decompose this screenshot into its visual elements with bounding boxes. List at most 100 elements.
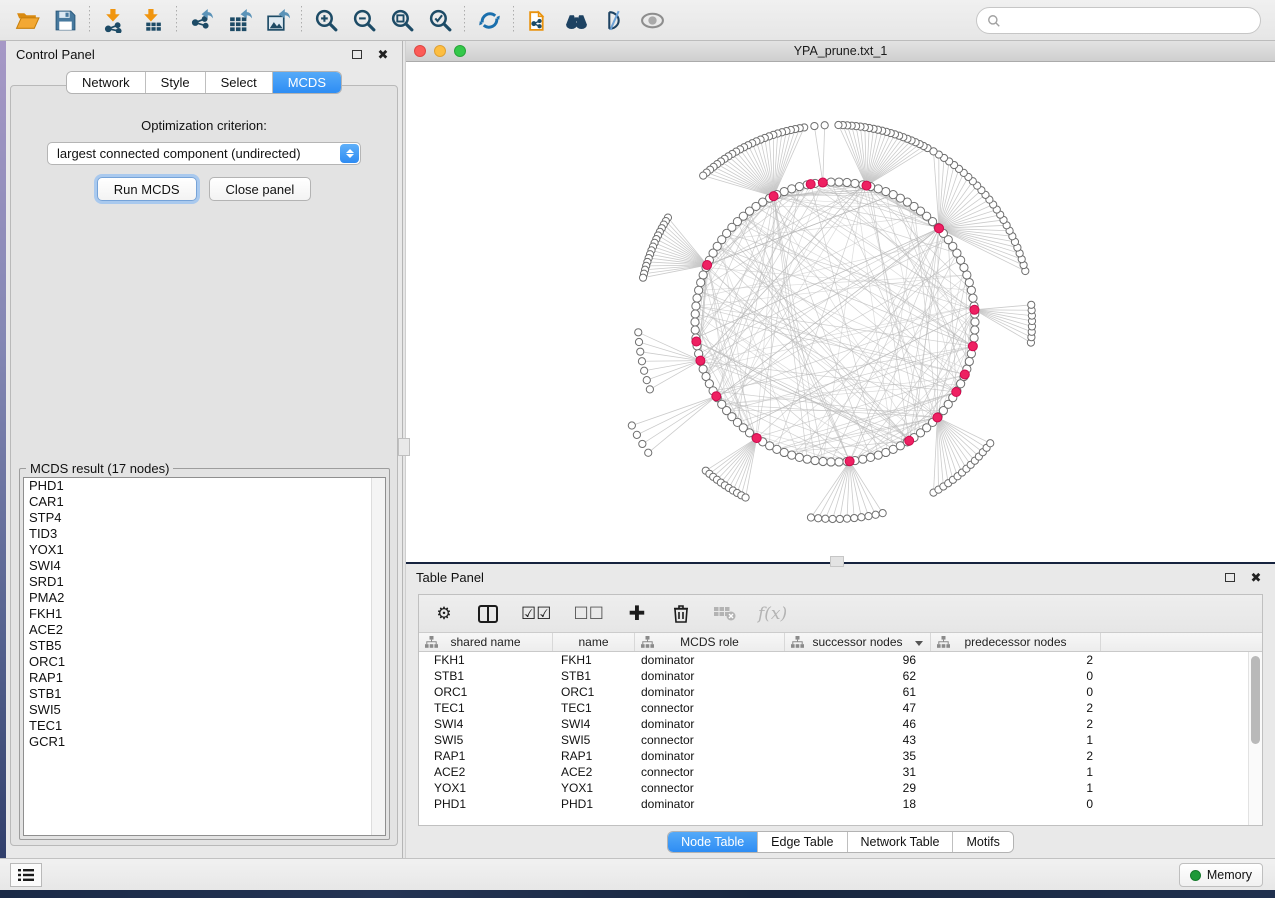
network-node[interactable] [638, 358, 645, 365]
table-row[interactable]: ACE2ACE2connector311 [419, 764, 1262, 780]
network-node[interactable] [1028, 301, 1035, 308]
table-cell[interactable]: RAP1 [419, 748, 553, 764]
table-row[interactable]: YOX1YOX1connector291 [419, 780, 1262, 796]
table-cell[interactable]: PHD1 [553, 796, 635, 812]
tab-network-table[interactable]: Network Table [848, 832, 954, 852]
table-cell[interactable]: 46 [785, 716, 931, 732]
export-table-button[interactable] [220, 4, 258, 36]
splitter-grip[interactable] [398, 438, 410, 456]
network-node[interactable] [882, 187, 890, 195]
zoom-selected-button[interactable] [421, 4, 459, 36]
table-row[interactable]: SWI5SWI5connector431 [419, 732, 1262, 748]
zoom-in-button[interactable] [307, 4, 345, 36]
network-node[interactable] [835, 458, 843, 466]
mcds-node[interactable] [769, 192, 778, 201]
import-table-button[interactable] [133, 4, 171, 36]
mcds-result-item[interactable]: TEC1 [24, 718, 385, 734]
toggle-graphics-details-button[interactable] [595, 4, 633, 36]
table-cell[interactable]: 1 [931, 764, 1101, 780]
table-cell[interactable]: 43 [785, 732, 931, 748]
float-panel-button[interactable] [348, 45, 366, 63]
table-row[interactable]: ORC1ORC1dominator610 [419, 684, 1262, 700]
network-node[interactable] [822, 515, 829, 522]
table-cell[interactable]: connector [635, 764, 785, 780]
network-node[interactable] [646, 386, 653, 393]
table-cell[interactable]: dominator [635, 652, 785, 668]
table-cell[interactable]: 35 [785, 748, 931, 764]
export-image-button[interactable] [258, 4, 296, 36]
network-graph[interactable] [406, 62, 1275, 561]
mcds-node[interactable] [712, 392, 721, 401]
network-node[interactable] [639, 274, 646, 281]
table-cell[interactable]: FKH1 [419, 652, 553, 668]
network-node[interactable] [835, 178, 843, 186]
mcds-node[interactable] [933, 413, 942, 422]
mcds-result-item[interactable]: CAR1 [24, 494, 385, 510]
mcds-result-item[interactable]: STB1 [24, 686, 385, 702]
network-node[interactable] [874, 185, 882, 193]
table-cell[interactable]: 2 [931, 748, 1101, 764]
table-cell[interactable]: STB1 [553, 668, 635, 684]
network-node[interactable] [788, 451, 796, 459]
search-input[interactable] [1007, 13, 1250, 28]
apply-function-button[interactable]: f(x) [758, 602, 787, 626]
table-cell[interactable]: 2 [931, 716, 1101, 732]
network-node[interactable] [700, 172, 707, 179]
optimization-criterion-select[interactable]: largest connected component (undirected) [47, 142, 361, 165]
deselect-all-button[interactable]: ☐☐ [573, 602, 603, 626]
table-row[interactable]: PHD1PHD1dominator180 [419, 796, 1262, 812]
network-node[interactable] [795, 182, 803, 190]
table-cell[interactable]: connector [635, 732, 785, 748]
search-network-button[interactable] [557, 4, 595, 36]
task-history-button[interactable] [10, 863, 42, 887]
mcds-result-item[interactable]: ORC1 [24, 654, 385, 670]
table-cell[interactable]: PHD1 [419, 796, 553, 812]
network-node[interactable] [879, 510, 886, 517]
table-cell[interactable]: 47 [785, 700, 931, 716]
refresh-layout-button[interactable] [470, 4, 508, 36]
table-cell[interactable]: 1 [931, 780, 1101, 796]
network-node[interactable] [637, 348, 644, 355]
column-header-name[interactable]: name [553, 633, 635, 651]
mcds-node[interactable] [862, 181, 871, 190]
table-cell[interactable]: 62 [785, 668, 931, 684]
mcds-node[interactable] [806, 180, 815, 189]
network-node[interactable] [829, 515, 836, 522]
table-cell[interactable]: YOX1 [419, 780, 553, 796]
mcds-node[interactable] [818, 178, 827, 187]
network-node[interactable] [970, 334, 978, 342]
table-cell[interactable]: 0 [931, 796, 1101, 812]
network-node[interactable] [969, 294, 977, 302]
tab-network[interactable]: Network [67, 72, 146, 93]
network-node[interactable] [971, 326, 979, 334]
zoom-out-button[interactable] [345, 4, 383, 36]
table-cell[interactable]: ORC1 [553, 684, 635, 700]
tab-mcds[interactable]: MCDS [273, 72, 341, 93]
network-node[interactable] [815, 515, 822, 522]
table-cell[interactable]: STB1 [419, 668, 553, 684]
network-node[interactable] [807, 514, 814, 521]
export-network-button[interactable] [182, 4, 220, 36]
mcds-result-item[interactable]: TID3 [24, 526, 385, 542]
network-node[interactable] [835, 121, 842, 128]
mcds-result-item[interactable]: SWI4 [24, 558, 385, 574]
close-panel-button[interactable]: ✖ [374, 45, 392, 63]
mcds-result-item[interactable]: STP4 [24, 510, 385, 526]
mcds-result-item[interactable]: SWI5 [24, 702, 385, 718]
network-node[interactable] [633, 431, 640, 438]
table-cell[interactable]: 0 [931, 668, 1101, 684]
tab-node-table[interactable]: Node Table [668, 832, 758, 852]
table-scrollbar-thumb[interactable] [1251, 656, 1260, 744]
table-row[interactable]: FKH1FKH1dominator962 [419, 652, 1262, 668]
network-node[interactable] [639, 440, 646, 447]
network-node[interactable] [635, 338, 642, 345]
mcds-node[interactable] [905, 436, 914, 445]
search-field[interactable] [976, 7, 1261, 34]
network-node[interactable] [930, 148, 937, 155]
network-node[interactable] [836, 515, 843, 522]
network-node[interactable] [872, 511, 879, 518]
table-cell[interactable]: 1 [931, 732, 1101, 748]
network-node[interactable] [965, 278, 973, 286]
network-node[interactable] [865, 513, 872, 520]
network-node[interactable] [691, 310, 699, 318]
